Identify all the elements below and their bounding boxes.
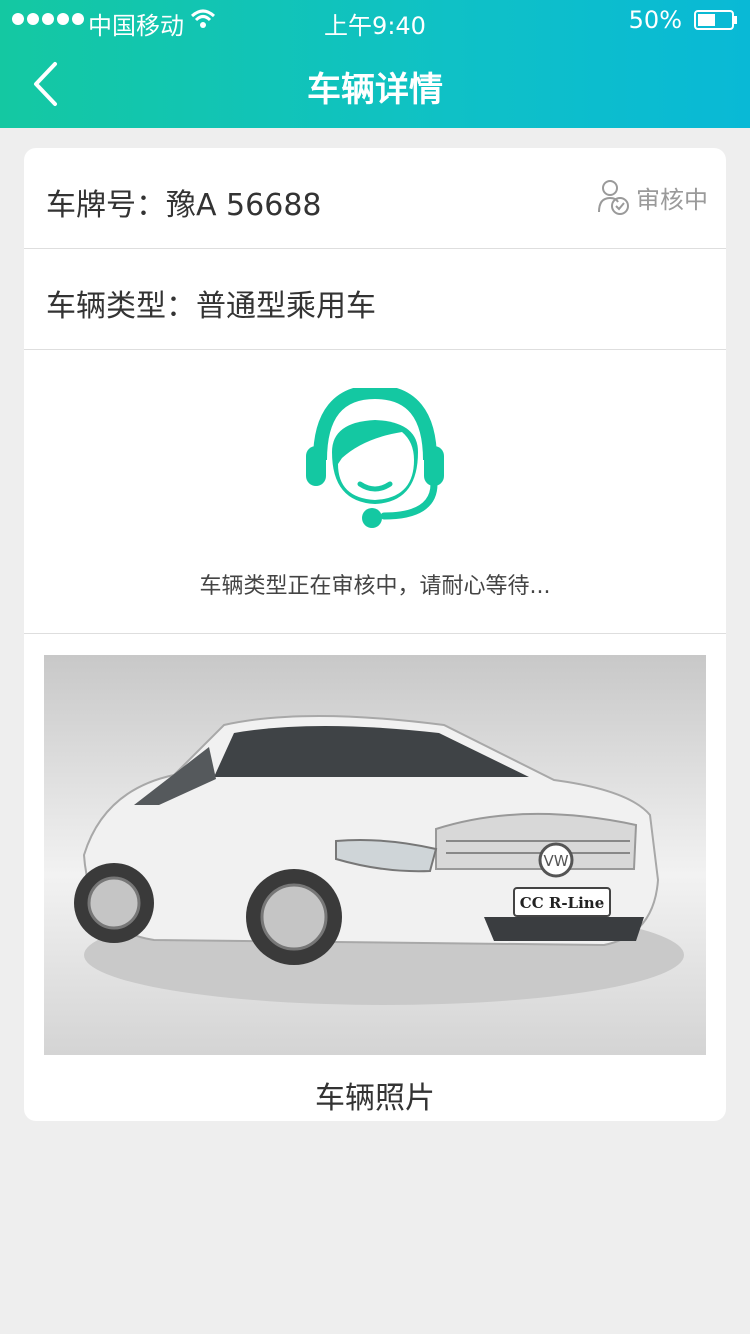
review-box: 车辆类型正在审核中，请耐心等待...: [24, 350, 726, 634]
plate-badge-text: CC R-Line: [520, 894, 605, 912]
header: 中国移动 上午9:40 50% 车辆详情: [0, 0, 750, 128]
battery-percent: 50%: [628, 6, 682, 34]
vehicle-photo: VW CC R-Line: [44, 655, 706, 1055]
plate-row: 车牌号：豫A 56688 审核中: [24, 148, 726, 249]
svg-text:VW: VW: [543, 852, 568, 870]
photo-caption: 车辆照片: [315, 1081, 435, 1116]
review-message: 车辆类型正在审核中，请耐心等待...: [199, 574, 551, 599]
battery-icon: [694, 10, 737, 30]
page-title: 车辆详情: [307, 70, 443, 110]
plate-label: 车牌号：豫A 56688: [46, 188, 322, 223]
status-bar: 中国移动 上午9:40 50%: [0, 0, 750, 40]
customer-service-icon: [306, 388, 444, 528]
car-image: VW CC R-Line: [74, 715, 684, 1005]
status-text: 审核中: [636, 185, 708, 214]
review-status-icon: [598, 180, 629, 215]
type-row: 车辆类型：普通型乘用车: [24, 249, 726, 350]
status-badge: 审核中: [596, 178, 708, 216]
type-label: 车辆类型：普通型乘用车: [46, 289, 376, 324]
vehicle-card: 车牌号：豫A 56688 审核中 车辆类型：普通型乘用车 车辆类型正在审核中，请…: [24, 148, 726, 1121]
nav-bar: 车辆详情: [0, 40, 750, 128]
